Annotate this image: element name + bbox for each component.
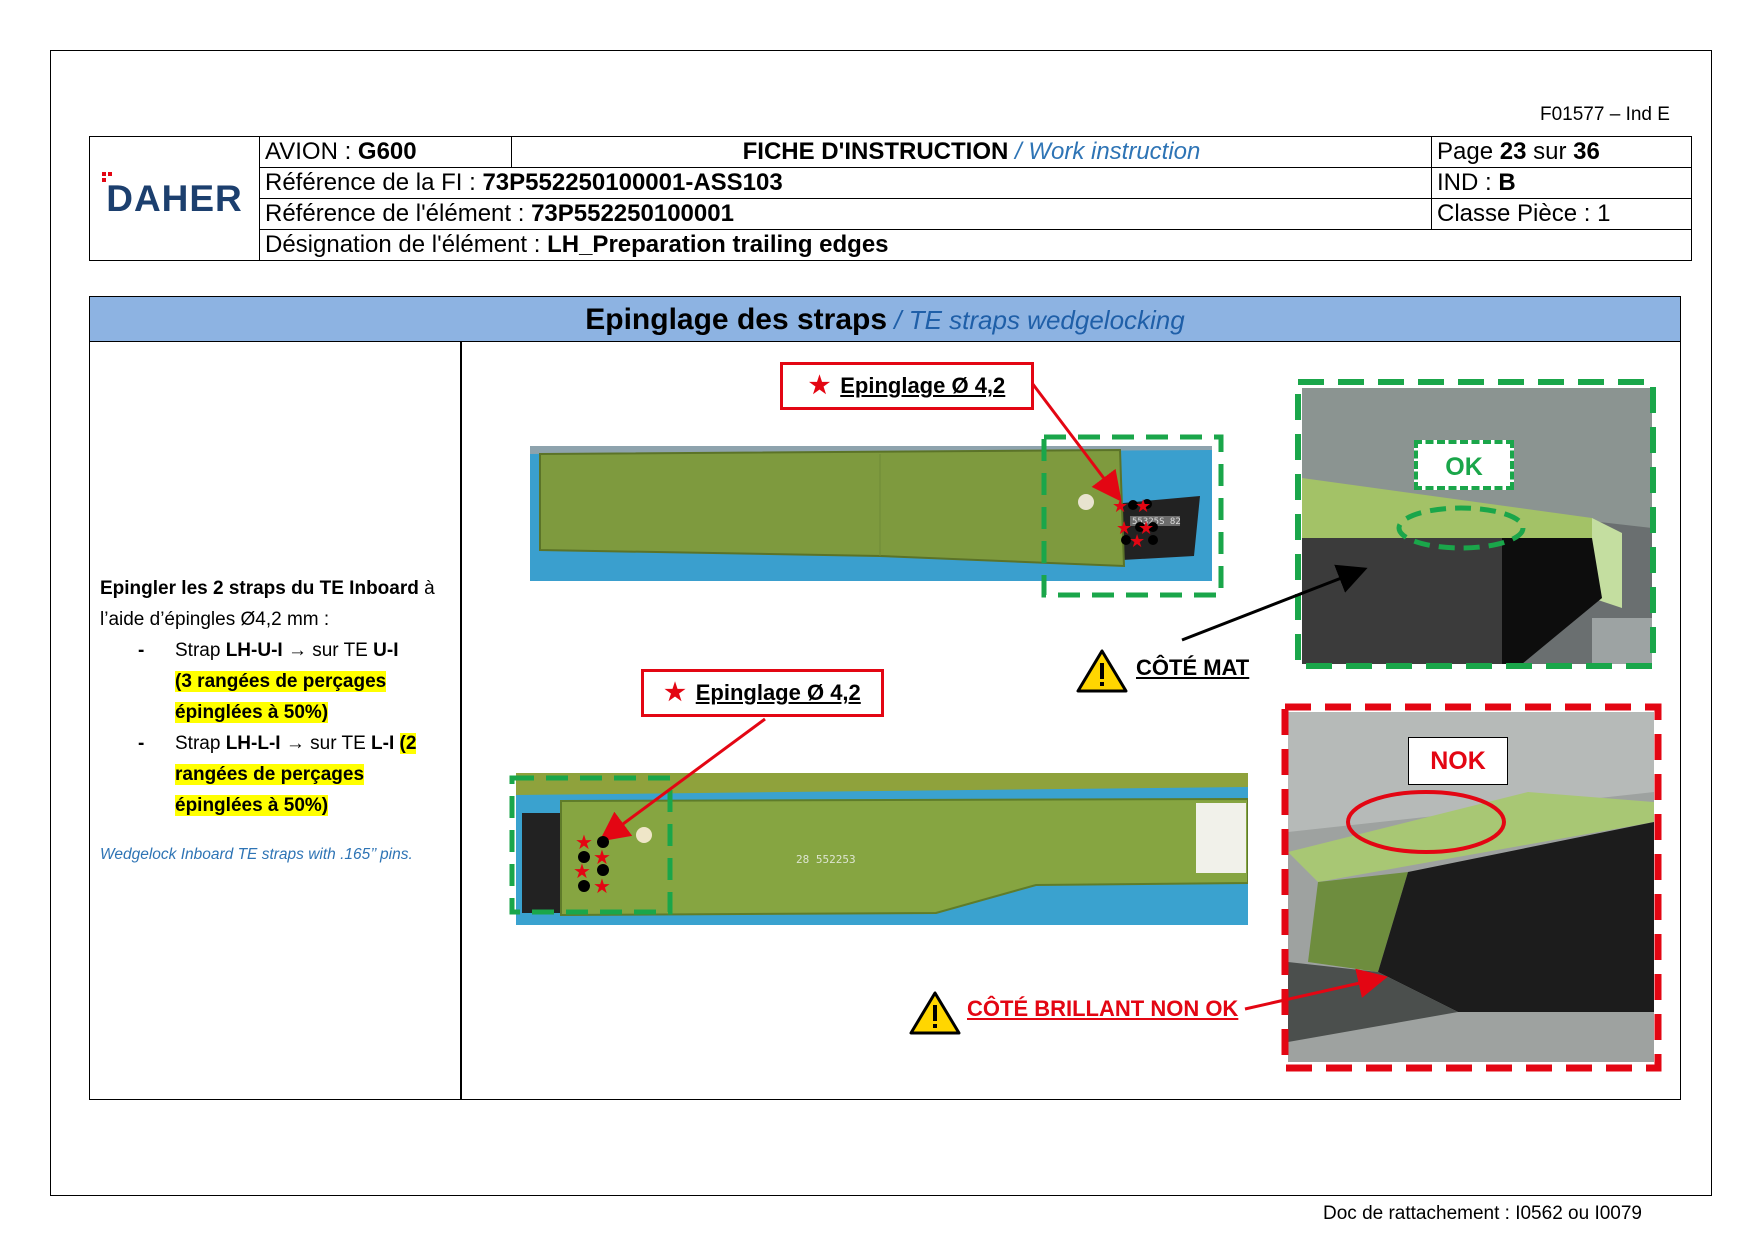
svg-text:★: ★ — [1112, 496, 1128, 517]
lower-pin-markers: ★ ★ ★ ★ — [573, 830, 611, 898]
nok-badge: NOK — [1408, 737, 1508, 785]
pin-label-lower: ★ Epinglage Ø 4,2 — [641, 669, 884, 717]
svg-text:★: ★ — [1129, 531, 1145, 552]
pin-label-upper: ★ Epinglage Ø 4,2 — [780, 362, 1034, 410]
ok-badge: OK — [1414, 440, 1514, 490]
star-icon: ★ — [808, 372, 831, 399]
footer-doc-ref: Doc de rattachement : I0562 ou I0079 — [1323, 1203, 1642, 1224]
svg-text:★: ★ — [575, 830, 593, 854]
cote-brillant-arrow — [1244, 968, 1388, 1011]
star-icon: ★ — [664, 679, 686, 706]
upper-pin-markers: ★ ★ ★ ★ ★ — [1112, 496, 1158, 552]
nok-ellipse — [1346, 790, 1506, 854]
warning-icon — [909, 991, 961, 1035]
svg-text:★: ★ — [1135, 496, 1151, 517]
cote-brillant-label: CÔTÉ BRILLANT NON OK — [967, 996, 1239, 1021]
annotation-overlay: ★ ★ ★ ★ ★ ★ ★ ★ ★ — [509, 379, 1662, 1072]
upper-zone-box — [1041, 434, 1224, 598]
ok-ellipse — [1396, 505, 1526, 551]
cote-mat-arrow — [1181, 564, 1368, 642]
cote-mat-label: CÔTÉ MAT — [1136, 655, 1250, 680]
svg-text:★: ★ — [573, 859, 591, 883]
svg-text:★: ★ — [593, 845, 611, 869]
ok-frame — [1295, 379, 1656, 669]
warning-icon — [1076, 649, 1128, 693]
svg-text:★: ★ — [593, 874, 611, 898]
